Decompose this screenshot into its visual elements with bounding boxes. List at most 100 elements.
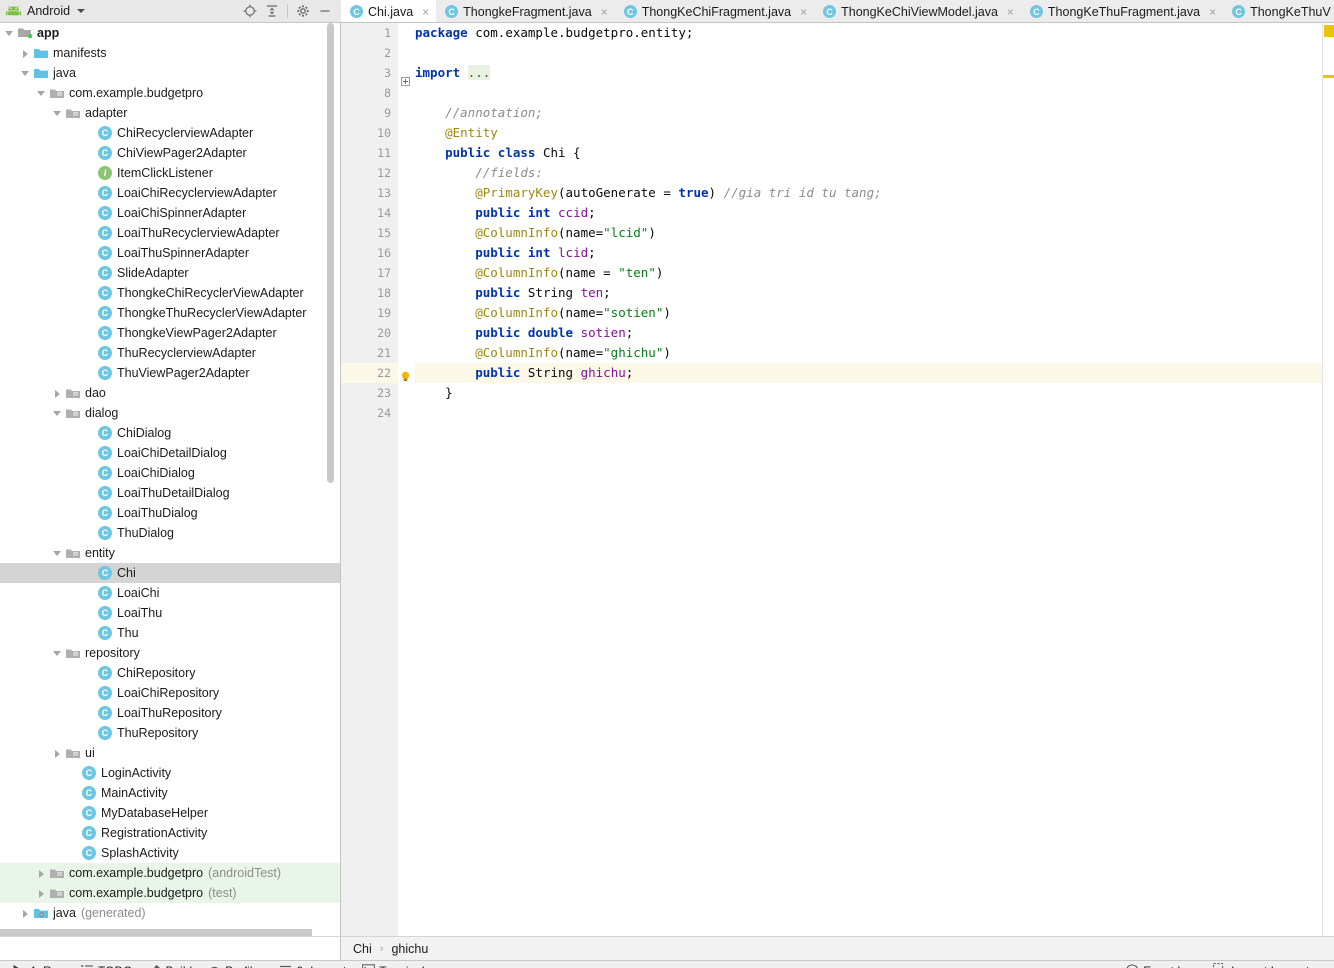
tree-node[interactable]: C LoaiChiDetailDialog bbox=[0, 443, 340, 463]
tree-expand-arrow-icon[interactable] bbox=[20, 68, 31, 79]
tree-node[interactable]: C LoaiChiSpinnerAdapter bbox=[0, 203, 340, 223]
line-number[interactable]: 12 bbox=[341, 163, 398, 183]
tree-node[interactable]: C ThuRecyclerviewAdapter bbox=[0, 343, 340, 363]
tree-node[interactable]: C ChiViewPager2Adapter bbox=[0, 143, 340, 163]
line-number[interactable]: 17 bbox=[341, 263, 398, 283]
tree-node[interactable]: C LoaiThuDetailDialog bbox=[0, 483, 340, 503]
tree-node[interactable]: java (generated) bbox=[0, 903, 340, 923]
line-number[interactable]: 9 bbox=[341, 103, 398, 123]
code-line[interactable] bbox=[415, 403, 1322, 423]
gear-icon[interactable] bbox=[292, 1, 314, 22]
breadcrumb-item-field[interactable]: ghichu bbox=[391, 942, 428, 956]
tree-node[interactable]: repository bbox=[0, 643, 340, 663]
tree-expand-arrow-icon[interactable] bbox=[20, 908, 31, 919]
tree-node[interactable]: C ChiRecyclerviewAdapter bbox=[0, 123, 340, 143]
tree-node[interactable]: C ThongkeThuRecyclerViewAdapter bbox=[0, 303, 340, 323]
line-number[interactable]: 13 bbox=[341, 183, 398, 203]
tree-node[interactable]: C ThongkeViewPager2Adapter bbox=[0, 323, 340, 343]
intention-bulb-icon[interactable] bbox=[400, 371, 411, 382]
code-line[interactable]: @PrimaryKey(autoGenerate = true) //gia t… bbox=[415, 183, 1322, 203]
todo-tool-button[interactable]: TODO bbox=[73, 961, 140, 968]
tree-expand-arrow-icon[interactable] bbox=[52, 548, 63, 559]
breadcrumb[interactable]: Chi › ghichu bbox=[341, 936, 1334, 960]
tree-expand-arrow-icon[interactable] bbox=[52, 748, 63, 759]
close-icon[interactable]: × bbox=[1005, 6, 1016, 18]
minimize-icon[interactable] bbox=[314, 1, 336, 22]
line-number[interactable]: 3 bbox=[341, 63, 398, 83]
line-number[interactable]: 1 bbox=[341, 23, 398, 43]
tree-node[interactable]: I ItemClickListener bbox=[0, 163, 340, 183]
event-log-button[interactable]: Event Log bbox=[1118, 961, 1205, 968]
tree-node[interactable]: C ChiDialog bbox=[0, 423, 340, 443]
close-icon[interactable]: × bbox=[599, 6, 610, 18]
tree-node[interactable]: C LoaiThuDialog bbox=[0, 503, 340, 523]
tree-node[interactable]: C RegistrationActivity bbox=[0, 823, 340, 843]
tree-node[interactable]: C ChiRepository bbox=[0, 663, 340, 683]
tree-node[interactable]: adapter bbox=[0, 103, 340, 123]
line-number[interactable]: 2 bbox=[341, 43, 398, 63]
editor-gutter[interactable]: 1 2 3 8 9 10 11 12 13 14 15 16 17 18 19 20 21 22 23 24 bbox=[341, 23, 398, 936]
tree-node[interactable]: C ThuRepository bbox=[0, 723, 340, 743]
code-line[interactable] bbox=[415, 43, 1322, 63]
tree-node[interactable]: C MainActivity bbox=[0, 783, 340, 803]
line-number[interactable]: 23 bbox=[341, 383, 398, 403]
code-line[interactable]: @ColumnInfo(name="sotien") bbox=[415, 303, 1322, 323]
editor-tab[interactable]: C ThongKeThuFragment.java × bbox=[1021, 0, 1223, 22]
line-number[interactable]: 11 bbox=[341, 143, 398, 163]
tree-node[interactable]: C ThuDialog bbox=[0, 523, 340, 543]
line-number[interactable]: 16 bbox=[341, 243, 398, 263]
tree-node[interactable]: ui bbox=[0, 743, 340, 763]
tree-node[interactable]: entity bbox=[0, 543, 340, 563]
tree-expand-arrow-icon[interactable] bbox=[52, 408, 63, 419]
editor-tab[interactable]: C ThongKeChiViewModel.java × bbox=[814, 0, 1021, 22]
tree-expand-arrow-icon[interactable] bbox=[36, 888, 47, 899]
inspection-status-warning-indicator[interactable] bbox=[1324, 25, 1334, 37]
breadcrumb-item-class[interactable]: Chi bbox=[353, 942, 372, 956]
tree-node[interactable]: C LoaiThuRepository bbox=[0, 703, 340, 723]
line-number[interactable]: 14 bbox=[341, 203, 398, 223]
editor-marker-strip[interactable] bbox=[1322, 23, 1334, 936]
tree-node[interactable]: C Thu bbox=[0, 623, 340, 643]
warning-marker[interactable] bbox=[1323, 75, 1334, 78]
code-line[interactable]: @ColumnInfo(name = "ten") bbox=[415, 263, 1322, 283]
tree-node[interactable]: C LoginActivity bbox=[0, 763, 340, 783]
code-line[interactable]: @ColumnInfo(name="lcid") bbox=[415, 223, 1322, 243]
locate-icon[interactable] bbox=[239, 1, 261, 22]
terminal-tool-button[interactable]: Terminal bbox=[354, 961, 432, 968]
tree-node[interactable]: com.example.budgetpro bbox=[0, 83, 340, 103]
line-number[interactable]: 22 bbox=[341, 363, 398, 383]
editor-tab[interactable]: CThongKeThuV× bbox=[1223, 0, 1334, 22]
code-line[interactable]: public class Chi { bbox=[415, 143, 1322, 163]
tree-expand-arrow-icon[interactable] bbox=[20, 48, 31, 59]
code-line[interactable]: } bbox=[415, 383, 1322, 403]
tree-expand-arrow-icon[interactable] bbox=[52, 648, 63, 659]
tree-node[interactable]: app bbox=[0, 23, 340, 43]
tree-node[interactable]: dao bbox=[0, 383, 340, 403]
editor-code-area[interactable]: package com.example.budgetpro.entity; im… bbox=[413, 23, 1322, 936]
tree-vertical-scrollbar[interactable] bbox=[327, 23, 334, 483]
run-tool-button[interactable]: 4: Run bbox=[4, 961, 73, 968]
close-icon[interactable]: × bbox=[1207, 6, 1218, 18]
code-line[interactable]: public int lcid; bbox=[415, 243, 1322, 263]
code-line[interactable]: @ColumnInfo(name="ghichu") bbox=[415, 343, 1322, 363]
code-line[interactable]: public String ten; bbox=[415, 283, 1322, 303]
code-line[interactable]: package com.example.budgetpro.entity; bbox=[415, 23, 1322, 43]
line-number[interactable]: 19 bbox=[341, 303, 398, 323]
tree-node[interactable]: manifests bbox=[0, 43, 340, 63]
project-panel-dropdown-caret-icon[interactable] bbox=[77, 9, 86, 13]
editor-tab[interactable]: C Chi.java × bbox=[341, 0, 437, 22]
line-number[interactable]: 24 bbox=[341, 403, 398, 423]
line-number[interactable]: 8 bbox=[341, 83, 398, 103]
close-icon[interactable]: × bbox=[798, 6, 809, 18]
tree-node[interactable]: com.example.budgetpro (test) bbox=[0, 883, 340, 903]
tree-expand-arrow-icon[interactable] bbox=[4, 28, 15, 39]
code-line[interactable]: //fields: bbox=[415, 163, 1322, 183]
code-line[interactable]: public double sotien; bbox=[415, 323, 1322, 343]
tree-expand-arrow-icon[interactable] bbox=[36, 88, 47, 99]
logcat-tool-button[interactable]: 6: Logcat bbox=[271, 961, 354, 968]
fold-toggle-import-icon[interactable] bbox=[401, 77, 410, 86]
tree-node[interactable]: C LoaiChiRepository bbox=[0, 683, 340, 703]
line-number[interactable]: 18 bbox=[341, 283, 398, 303]
code-line[interactable]: import ... bbox=[415, 63, 1322, 83]
tree-node[interactable]: C LoaiThuRecyclerviewAdapter bbox=[0, 223, 340, 243]
